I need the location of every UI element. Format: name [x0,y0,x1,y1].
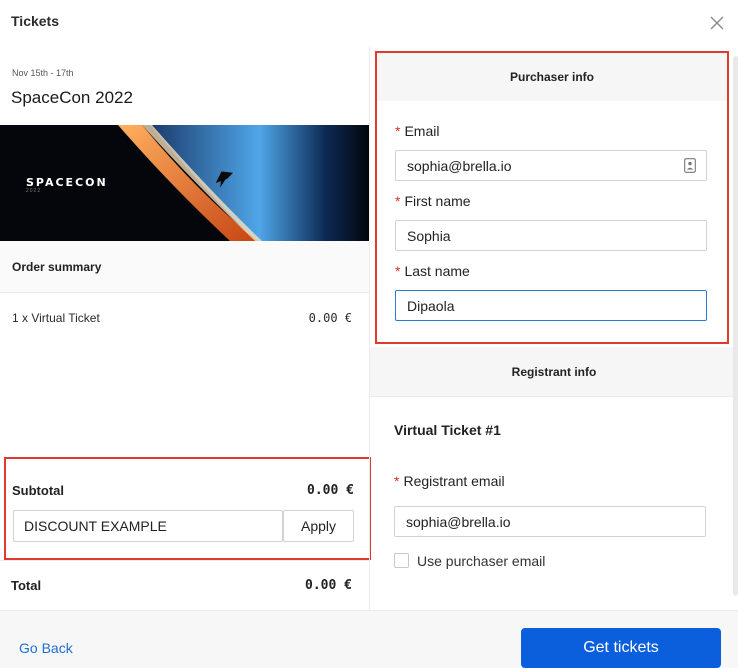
required-mark: * [395,193,401,209]
registrant-email-label: * Registrant email [394,473,505,489]
use-purchaser-email-checkbox[interactable] [394,553,409,568]
purchaser-info-section: Purchaser info *Email *First name *Last … [375,51,729,344]
line-item-label: 1 x Virtual Ticket [12,311,100,325]
email-field[interactable] [395,150,707,181]
form-panel: Purchaser info *Email *First name *Last … [370,46,738,610]
registrant-email-field[interactable] [394,506,706,537]
last-name-label: * Last name [395,263,470,279]
apply-discount-button[interactable]: Apply [283,510,354,542]
last-name-label-text: Last name [404,263,470,279]
email-label-text: Email [404,123,440,139]
contact-card-icon[interactable] [684,158,696,173]
go-back-link[interactable]: Go Back [19,640,73,656]
ticket-title: Virtual Ticket #1 [394,422,501,438]
subtotal-discount-section: Subtotal 0.00 € Apply [4,457,371,560]
total-row: Total 0.00 € [0,560,369,610]
event-title: SpaceCon 2022 [11,88,133,107]
line-item-price: 0.00 € [308,311,352,325]
email-label: * Email [395,123,439,139]
get-tickets-button[interactable]: Get tickets [521,628,721,668]
modal-footer: Go Back Get tickets [0,610,738,668]
scrollbar[interactable] [733,56,738,596]
registrant-email-label-text: Registrant email [403,473,505,489]
modal-title: Tickets [11,13,59,29]
total-label: Total [11,578,42,593]
first-name-field[interactable] [395,220,707,251]
subtotal-value: 0.00 € [307,483,354,498]
first-name-label: * First name [395,193,471,209]
required-mark: * [394,473,400,489]
required-mark: * [395,123,401,139]
modal-header: Tickets [0,0,738,46]
banner-logo-sub: 2022 [26,188,42,194]
event-banner: SPACECON 2022 [0,125,369,241]
order-summary-header: Order summary [0,241,369,293]
order-summary-title: Order summary [12,260,102,274]
use-purchaser-email-label: Use purchaser email [417,553,546,569]
purchaser-info-title: Purchaser info [377,53,727,101]
required-mark: * [395,263,401,279]
close-button[interactable] [706,12,728,34]
event-date: Nov 15th - 17th [12,68,74,78]
close-icon [710,16,724,30]
tickets-modal: Tickets Nov 15th - 17th SpaceCon 2022 SP… [0,0,738,668]
first-name-label-text: First name [404,193,471,209]
total-value: 0.00 € [305,578,352,593]
order-panel: Nov 15th - 17th SpaceCon 2022 SPACECON 2… [0,46,371,610]
subtotal-label: Subtotal [12,483,64,498]
registrant-info-title: Registrant info [370,347,738,397]
discount-code-input[interactable] [13,510,283,542]
last-name-field[interactable] [395,290,707,321]
